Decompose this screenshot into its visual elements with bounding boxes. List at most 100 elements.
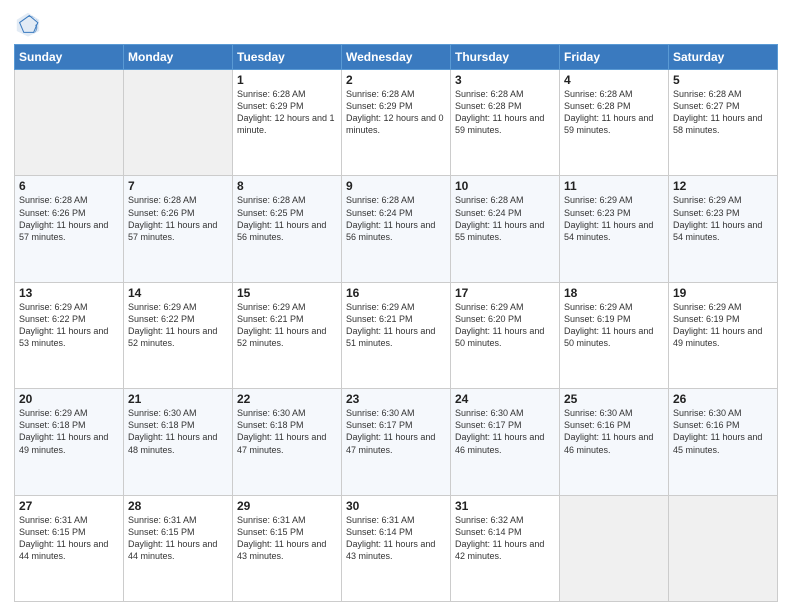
cell-info: Sunrise: 6:31 AM Sunset: 6:15 PM Dayligh… — [19, 514, 119, 563]
cell-info: Sunrise: 6:28 AM Sunset: 6:25 PM Dayligh… — [237, 194, 337, 243]
calendar-cell: 17Sunrise: 6:29 AM Sunset: 6:20 PM Dayli… — [451, 282, 560, 388]
cell-info: Sunrise: 6:30 AM Sunset: 6:18 PM Dayligh… — [128, 407, 228, 456]
calendar-cell: 31Sunrise: 6:32 AM Sunset: 6:14 PM Dayli… — [451, 495, 560, 601]
day-number: 1 — [237, 73, 337, 87]
day-number: 23 — [346, 392, 446, 406]
cell-info: Sunrise: 6:29 AM Sunset: 6:21 PM Dayligh… — [346, 301, 446, 350]
cell-info: Sunrise: 6:28 AM Sunset: 6:24 PM Dayligh… — [346, 194, 446, 243]
day-number: 7 — [128, 179, 228, 193]
calendar-week-row: 13Sunrise: 6:29 AM Sunset: 6:22 PM Dayli… — [15, 282, 778, 388]
calendar-cell: 24Sunrise: 6:30 AM Sunset: 6:17 PM Dayli… — [451, 389, 560, 495]
page: SundayMondayTuesdayWednesdayThursdayFrid… — [0, 0, 792, 612]
calendar-cell: 30Sunrise: 6:31 AM Sunset: 6:14 PM Dayli… — [342, 495, 451, 601]
calendar-cell: 29Sunrise: 6:31 AM Sunset: 6:15 PM Dayli… — [233, 495, 342, 601]
calendar-cell: 9Sunrise: 6:28 AM Sunset: 6:24 PM Daylig… — [342, 176, 451, 282]
day-number: 20 — [19, 392, 119, 406]
cell-info: Sunrise: 6:30 AM Sunset: 6:17 PM Dayligh… — [455, 407, 555, 456]
day-number: 22 — [237, 392, 337, 406]
cell-info: Sunrise: 6:31 AM Sunset: 6:14 PM Dayligh… — [346, 514, 446, 563]
calendar-cell: 7Sunrise: 6:28 AM Sunset: 6:26 PM Daylig… — [124, 176, 233, 282]
calendar-week-row: 20Sunrise: 6:29 AM Sunset: 6:18 PM Dayli… — [15, 389, 778, 495]
day-number: 28 — [128, 499, 228, 513]
cell-info: Sunrise: 6:28 AM Sunset: 6:28 PM Dayligh… — [564, 88, 664, 137]
calendar-cell — [15, 70, 124, 176]
cell-info: Sunrise: 6:28 AM Sunset: 6:29 PM Dayligh… — [237, 88, 337, 137]
calendar-cell — [669, 495, 778, 601]
cell-info: Sunrise: 6:28 AM Sunset: 6:26 PM Dayligh… — [128, 194, 228, 243]
day-number: 26 — [673, 392, 773, 406]
calendar-header-row: SundayMondayTuesdayWednesdayThursdayFrid… — [15, 45, 778, 70]
cell-info: Sunrise: 6:31 AM Sunset: 6:15 PM Dayligh… — [237, 514, 337, 563]
day-number: 29 — [237, 499, 337, 513]
cell-info: Sunrise: 6:28 AM Sunset: 6:24 PM Dayligh… — [455, 194, 555, 243]
calendar-day-header: Wednesday — [342, 45, 451, 70]
calendar-cell: 8Sunrise: 6:28 AM Sunset: 6:25 PM Daylig… — [233, 176, 342, 282]
day-number: 16 — [346, 286, 446, 300]
cell-info: Sunrise: 6:30 AM Sunset: 6:18 PM Dayligh… — [237, 407, 337, 456]
calendar-cell: 10Sunrise: 6:28 AM Sunset: 6:24 PM Dayli… — [451, 176, 560, 282]
cell-info: Sunrise: 6:29 AM Sunset: 6:18 PM Dayligh… — [19, 407, 119, 456]
calendar-cell: 2Sunrise: 6:28 AM Sunset: 6:29 PM Daylig… — [342, 70, 451, 176]
cell-info: Sunrise: 6:29 AM Sunset: 6:21 PM Dayligh… — [237, 301, 337, 350]
calendar-cell: 4Sunrise: 6:28 AM Sunset: 6:28 PM Daylig… — [560, 70, 669, 176]
day-number: 12 — [673, 179, 773, 193]
cell-info: Sunrise: 6:28 AM Sunset: 6:28 PM Dayligh… — [455, 88, 555, 137]
calendar-cell: 16Sunrise: 6:29 AM Sunset: 6:21 PM Dayli… — [342, 282, 451, 388]
calendar-cell — [560, 495, 669, 601]
day-number: 19 — [673, 286, 773, 300]
day-number: 5 — [673, 73, 773, 87]
day-number: 11 — [564, 179, 664, 193]
cell-info: Sunrise: 6:30 AM Sunset: 6:17 PM Dayligh… — [346, 407, 446, 456]
cell-info: Sunrise: 6:28 AM Sunset: 6:29 PM Dayligh… — [346, 88, 446, 137]
cell-info: Sunrise: 6:29 AM Sunset: 6:19 PM Dayligh… — [673, 301, 773, 350]
cell-info: Sunrise: 6:29 AM Sunset: 6:22 PM Dayligh… — [128, 301, 228, 350]
calendar-cell: 5Sunrise: 6:28 AM Sunset: 6:27 PM Daylig… — [669, 70, 778, 176]
calendar-cell: 26Sunrise: 6:30 AM Sunset: 6:16 PM Dayli… — [669, 389, 778, 495]
day-number: 24 — [455, 392, 555, 406]
calendar-day-header: Sunday — [15, 45, 124, 70]
calendar-cell: 15Sunrise: 6:29 AM Sunset: 6:21 PM Dayli… — [233, 282, 342, 388]
cell-info: Sunrise: 6:28 AM Sunset: 6:27 PM Dayligh… — [673, 88, 773, 137]
cell-info: Sunrise: 6:31 AM Sunset: 6:15 PM Dayligh… — [128, 514, 228, 563]
day-number: 15 — [237, 286, 337, 300]
calendar-cell: 14Sunrise: 6:29 AM Sunset: 6:22 PM Dayli… — [124, 282, 233, 388]
calendar-cell: 27Sunrise: 6:31 AM Sunset: 6:15 PM Dayli… — [15, 495, 124, 601]
calendar-day-header: Saturday — [669, 45, 778, 70]
day-number: 14 — [128, 286, 228, 300]
day-number: 25 — [564, 392, 664, 406]
day-number: 21 — [128, 392, 228, 406]
calendar-cell: 18Sunrise: 6:29 AM Sunset: 6:19 PM Dayli… — [560, 282, 669, 388]
cell-info: Sunrise: 6:30 AM Sunset: 6:16 PM Dayligh… — [673, 407, 773, 456]
calendar-cell: 19Sunrise: 6:29 AM Sunset: 6:19 PM Dayli… — [669, 282, 778, 388]
cell-info: Sunrise: 6:29 AM Sunset: 6:20 PM Dayligh… — [455, 301, 555, 350]
day-number: 30 — [346, 499, 446, 513]
calendar-cell: 20Sunrise: 6:29 AM Sunset: 6:18 PM Dayli… — [15, 389, 124, 495]
calendar-cell — [124, 70, 233, 176]
cell-info: Sunrise: 6:29 AM Sunset: 6:22 PM Dayligh… — [19, 301, 119, 350]
calendar-cell: 23Sunrise: 6:30 AM Sunset: 6:17 PM Dayli… — [342, 389, 451, 495]
day-number: 3 — [455, 73, 555, 87]
calendar-week-row: 27Sunrise: 6:31 AM Sunset: 6:15 PM Dayli… — [15, 495, 778, 601]
calendar-day-header: Monday — [124, 45, 233, 70]
calendar-day-header: Tuesday — [233, 45, 342, 70]
calendar-cell: 21Sunrise: 6:30 AM Sunset: 6:18 PM Dayli… — [124, 389, 233, 495]
day-number: 6 — [19, 179, 119, 193]
calendar-cell: 1Sunrise: 6:28 AM Sunset: 6:29 PM Daylig… — [233, 70, 342, 176]
calendar-cell: 25Sunrise: 6:30 AM Sunset: 6:16 PM Dayli… — [560, 389, 669, 495]
cell-info: Sunrise: 6:30 AM Sunset: 6:16 PM Dayligh… — [564, 407, 664, 456]
cell-info: Sunrise: 6:29 AM Sunset: 6:19 PM Dayligh… — [564, 301, 664, 350]
calendar-cell: 28Sunrise: 6:31 AM Sunset: 6:15 PM Dayli… — [124, 495, 233, 601]
cell-info: Sunrise: 6:28 AM Sunset: 6:26 PM Dayligh… — [19, 194, 119, 243]
calendar-table: SundayMondayTuesdayWednesdayThursdayFrid… — [14, 44, 778, 602]
calendar-week-row: 6Sunrise: 6:28 AM Sunset: 6:26 PM Daylig… — [15, 176, 778, 282]
day-number: 9 — [346, 179, 446, 193]
day-number: 10 — [455, 179, 555, 193]
header — [14, 10, 778, 38]
cell-info: Sunrise: 6:29 AM Sunset: 6:23 PM Dayligh… — [673, 194, 773, 243]
calendar-cell: 11Sunrise: 6:29 AM Sunset: 6:23 PM Dayli… — [560, 176, 669, 282]
cell-info: Sunrise: 6:32 AM Sunset: 6:14 PM Dayligh… — [455, 514, 555, 563]
calendar-day-header: Thursday — [451, 45, 560, 70]
day-number: 8 — [237, 179, 337, 193]
day-number: 18 — [564, 286, 664, 300]
cell-info: Sunrise: 6:29 AM Sunset: 6:23 PM Dayligh… — [564, 194, 664, 243]
